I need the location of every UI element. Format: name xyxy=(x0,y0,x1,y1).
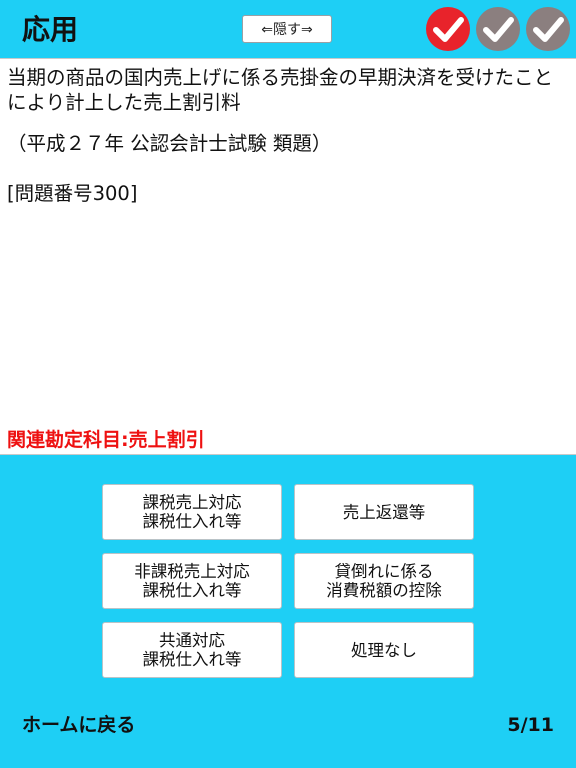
home-button[interactable]: ホームに戻る xyxy=(22,712,135,738)
answer-button-no-processing[interactable]: 処理なし xyxy=(294,622,474,678)
related-subject: 関連勘定科目:売上割引 xyxy=(7,429,205,451)
check-icon xyxy=(426,7,470,51)
page-title: 応用 xyxy=(22,13,79,46)
answer-button-sales-returns[interactable]: 売上返還等 xyxy=(294,484,474,540)
answer-button-bad-debt[interactable]: 貸倒れに係る 消費税額の控除 xyxy=(294,553,474,609)
answer-button-common[interactable]: 共通対応 課税仕入れ等 xyxy=(102,622,282,678)
answer-button-nontaxable-sales[interactable]: 非課税売上対応 課税仕入れ等 xyxy=(102,553,282,609)
question-number: [問題番号300] xyxy=(7,182,138,205)
question-text: 当期の商品の国内売上げに係る売掛金の早期決済を受けたことにより計上した売上割引料 xyxy=(7,66,554,114)
check-icon xyxy=(526,7,570,51)
progress-marks xyxy=(426,7,570,51)
hide-button[interactable]: ⇐隠す⇒ xyxy=(242,15,332,43)
page-counter: 5/11 xyxy=(507,714,554,736)
answer-button-taxable-sales[interactable]: 課税売上対応 課税仕入れ等 xyxy=(102,484,282,540)
check-icon xyxy=(476,7,520,51)
question-source: （平成２７年 公認会計士試験 類題） xyxy=(7,132,332,155)
question-panel: 当期の商品の国内売上げに係る売掛金の早期決済を受けたことにより計上した売上割引料… xyxy=(0,58,576,455)
